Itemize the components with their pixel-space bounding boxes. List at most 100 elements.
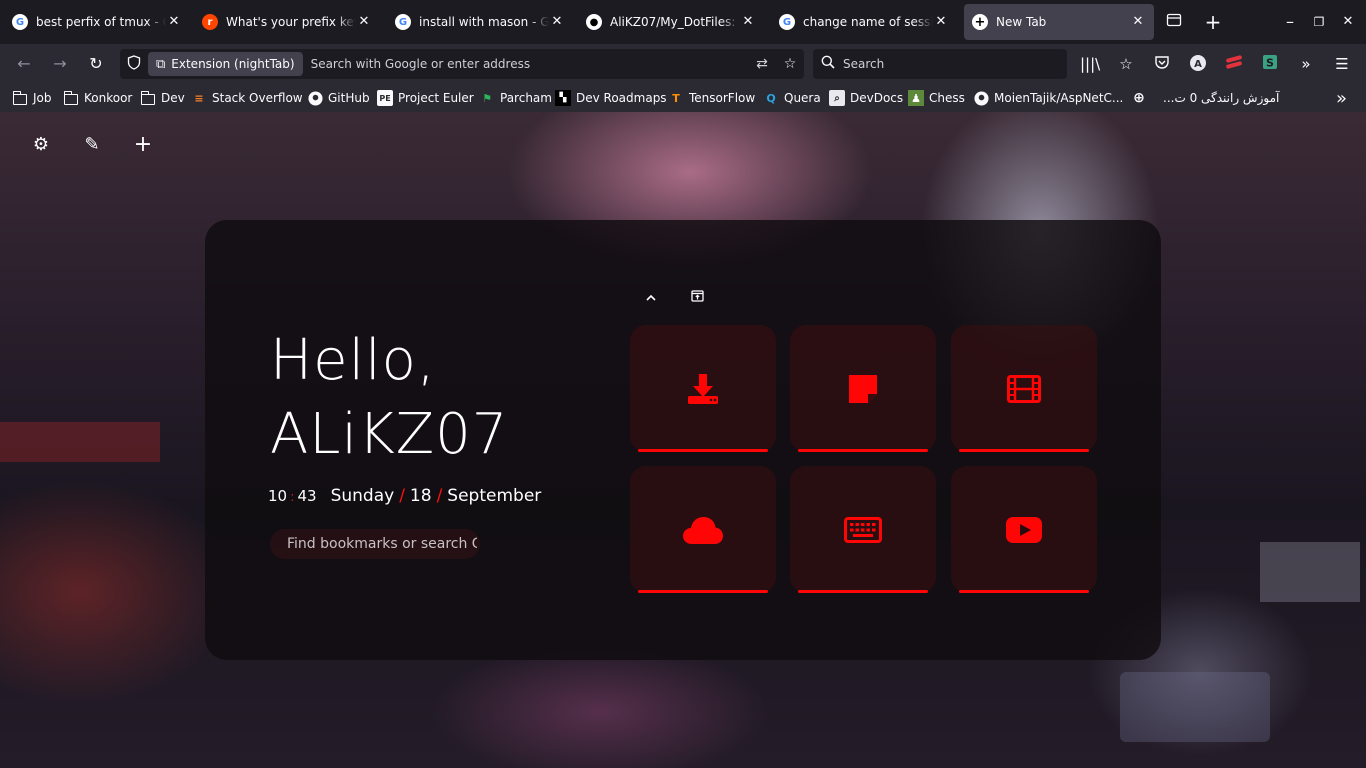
new-tab-button[interactable]: + bbox=[1203, 12, 1223, 32]
bookmark-parcham[interactable]: ⚑ Parcham bbox=[479, 88, 552, 108]
tab-session-name-search[interactable]: G change name of session in tmux ✕ bbox=[771, 4, 957, 40]
date-month: September bbox=[447, 486, 542, 506]
bookmark-tile-downloads[interactable] bbox=[630, 325, 776, 452]
tab-tmux-prefix-search[interactable]: G best perfix of tmux - Google Search ✕ bbox=[4, 4, 190, 40]
greeting-line: Hello, bbox=[270, 328, 436, 393]
library-icon[interactable]: |||\ bbox=[1080, 54, 1100, 74]
minimize-button[interactable]: – bbox=[1280, 12, 1300, 32]
roadmap-icon: ▚ bbox=[555, 90, 571, 106]
close-tab-icon[interactable]: ✕ bbox=[1130, 14, 1146, 30]
back-button[interactable]: ← bbox=[14, 54, 34, 74]
tab-mason-search[interactable]: G install with mason - Google Search ✕ bbox=[387, 4, 573, 40]
github-icon: ● bbox=[586, 14, 602, 30]
close-tab-icon[interactable]: ✕ bbox=[933, 14, 949, 30]
bookmark-aspnetcore[interactable]: MoienTajik/AspNetC... bbox=[973, 88, 1123, 108]
tab-github-dotfiles[interactable]: ● AliKZ07/My_DotFiles: My ✕ bbox=[578, 4, 764, 40]
tab-title: change name of session in tmux bbox=[803, 15, 933, 29]
bookmark-tile-movies[interactable] bbox=[951, 325, 1097, 452]
close-tab-icon[interactable]: ✕ bbox=[740, 14, 756, 30]
nighttab-page: ⚙ ✎ + Hello, ALiKZ07 10 : 43 Sunday / 18… bbox=[0, 112, 1366, 768]
forward-button[interactable]: → bbox=[50, 54, 70, 74]
bookmark-chess[interactable]: ♟ Chess bbox=[908, 88, 965, 108]
collapse-group-icon[interactable] bbox=[643, 290, 659, 306]
lastpass-extension-icon[interactable] bbox=[1224, 54, 1244, 74]
search-input[interactable] bbox=[843, 57, 1067, 71]
bookmark-github[interactable]: GitHub bbox=[307, 88, 370, 108]
cloud-icon bbox=[630, 466, 776, 593]
bookmark-stack-overflow[interactable]: ≡ Stack Overflow bbox=[191, 88, 303, 108]
bookmark-tensorflow[interactable]: T TensorFlow bbox=[668, 88, 755, 108]
github-icon bbox=[307, 90, 323, 106]
settings-gear-icon[interactable]: ⚙ bbox=[30, 134, 52, 156]
background-neon-light bbox=[0, 422, 160, 462]
tracking-protection-icon[interactable] bbox=[120, 54, 148, 74]
github-icon bbox=[973, 90, 989, 106]
bookmark-star-icon[interactable]: ☆ bbox=[776, 56, 804, 72]
edit-pencil-icon[interactable]: ✎ bbox=[81, 134, 103, 156]
hamburger-menu-icon[interactable]: ☰ bbox=[1332, 54, 1352, 74]
url-bar: ⧉ Extension (nightTab) ⇄ ☆ bbox=[120, 49, 804, 79]
open-all-icon[interactable] bbox=[689, 290, 705, 306]
overflow-menu-icon[interactable]: » bbox=[1296, 54, 1316, 74]
add-bookmark-button[interactable]: + bbox=[132, 134, 154, 156]
bookmark-label: Stack Overflow bbox=[212, 91, 303, 105]
bookmark-dev[interactable]: Dev bbox=[140, 88, 185, 108]
chess-icon: ♟ bbox=[908, 90, 924, 106]
address-input[interactable] bbox=[302, 52, 748, 76]
close-tab-icon[interactable]: ✕ bbox=[549, 14, 565, 30]
greeting-name: ALiKZ07 bbox=[270, 402, 509, 467]
globe-icon: ⊕ bbox=[1133, 90, 1145, 106]
bookmark-tile-youtube[interactable] bbox=[951, 466, 1097, 593]
tab-reddit-prefix[interactable]: r What's your prefix key? : tmux ✕ bbox=[194, 4, 380, 40]
bookmark-globe[interactable]: ⊕ bbox=[1131, 88, 1152, 108]
bookmarks-overflow-icon[interactable]: » bbox=[1336, 88, 1347, 109]
account-avatar-icon[interactable]: A bbox=[1188, 54, 1208, 74]
restore-button[interactable]: ❐ bbox=[1309, 12, 1329, 32]
firefox-view-icon[interactable] bbox=[1164, 12, 1184, 32]
film-icon bbox=[951, 325, 1097, 452]
greeting: Hello, ALiKZ07 bbox=[270, 324, 508, 472]
youtube-icon bbox=[951, 466, 1097, 593]
quera-icon: Q bbox=[766, 91, 776, 105]
bookmark-quera[interactable]: Q Quera bbox=[763, 88, 820, 108]
download-icon bbox=[630, 325, 776, 452]
folder-icon bbox=[12, 90, 28, 106]
background-neon-light bbox=[1260, 542, 1360, 602]
pocket-icon[interactable] bbox=[1152, 54, 1172, 74]
bookmark-dev-roadmaps[interactable]: ▚ Dev Roadmaps bbox=[555, 88, 667, 108]
bookmark-label: DevDocs bbox=[850, 91, 904, 105]
google-icon: G bbox=[779, 14, 795, 30]
bookmarks-menu-icon[interactable]: ☆ bbox=[1116, 54, 1136, 74]
bookmark-search-input[interactable] bbox=[287, 536, 477, 552]
translate-icon[interactable]: ⇄ bbox=[748, 56, 776, 72]
bookmark-search-box bbox=[270, 529, 480, 559]
reload-button[interactable]: ↻ bbox=[86, 54, 106, 74]
identity-box[interactable]: ⧉ Extension (nightTab) bbox=[148, 52, 303, 76]
tab-title: AliKZ07/My_DotFiles: My bbox=[610, 15, 740, 29]
tab-new-tab[interactable]: + New Tab ✕ bbox=[964, 4, 1154, 40]
bookmark-project-euler[interactable]: PE Project Euler bbox=[377, 88, 474, 108]
close-tab-icon[interactable]: ✕ bbox=[166, 14, 182, 30]
note-icon bbox=[790, 325, 936, 452]
clock-separator: : bbox=[290, 490, 295, 505]
close-tab-icon[interactable]: ✕ bbox=[356, 14, 372, 30]
stackoverflow-icon: ≡ bbox=[194, 91, 204, 105]
tab-title: What's your prefix key? : tmux bbox=[226, 15, 356, 29]
close-window-button[interactable]: ✕ bbox=[1338, 12, 1358, 32]
bookmark-label: Project Euler bbox=[398, 91, 474, 105]
bookmark-label: Parcham bbox=[500, 91, 552, 105]
stylus-extension-icon[interactable]: S bbox=[1260, 54, 1280, 74]
bookmarks-toolbar: Job Konkoor Dev ≡ Stack Overflow GitHub P… bbox=[0, 84, 1366, 112]
google-icon: G bbox=[12, 14, 28, 30]
bookmark-driving-lessons[interactable]: آموزش رانندگی 0 ت... bbox=[1163, 88, 1279, 108]
tensorflow-icon: T bbox=[672, 91, 680, 105]
bookmark-devdocs[interactable]: ⌕ DevDocs bbox=[829, 88, 903, 108]
bookmark-job[interactable]: Job bbox=[12, 88, 52, 108]
bookmark-tile-cloud[interactable] bbox=[630, 466, 776, 593]
bookmark-tile-notes[interactable] bbox=[790, 325, 936, 452]
bookmark-konkoor[interactable]: Konkoor bbox=[63, 88, 132, 108]
bookmark-label: Chess bbox=[929, 91, 965, 105]
bookmark-tile-keyboard[interactable] bbox=[790, 466, 936, 593]
bookmark-label: GitHub bbox=[328, 91, 370, 105]
tab-title: best perfix of tmux - Google Search bbox=[36, 15, 166, 29]
